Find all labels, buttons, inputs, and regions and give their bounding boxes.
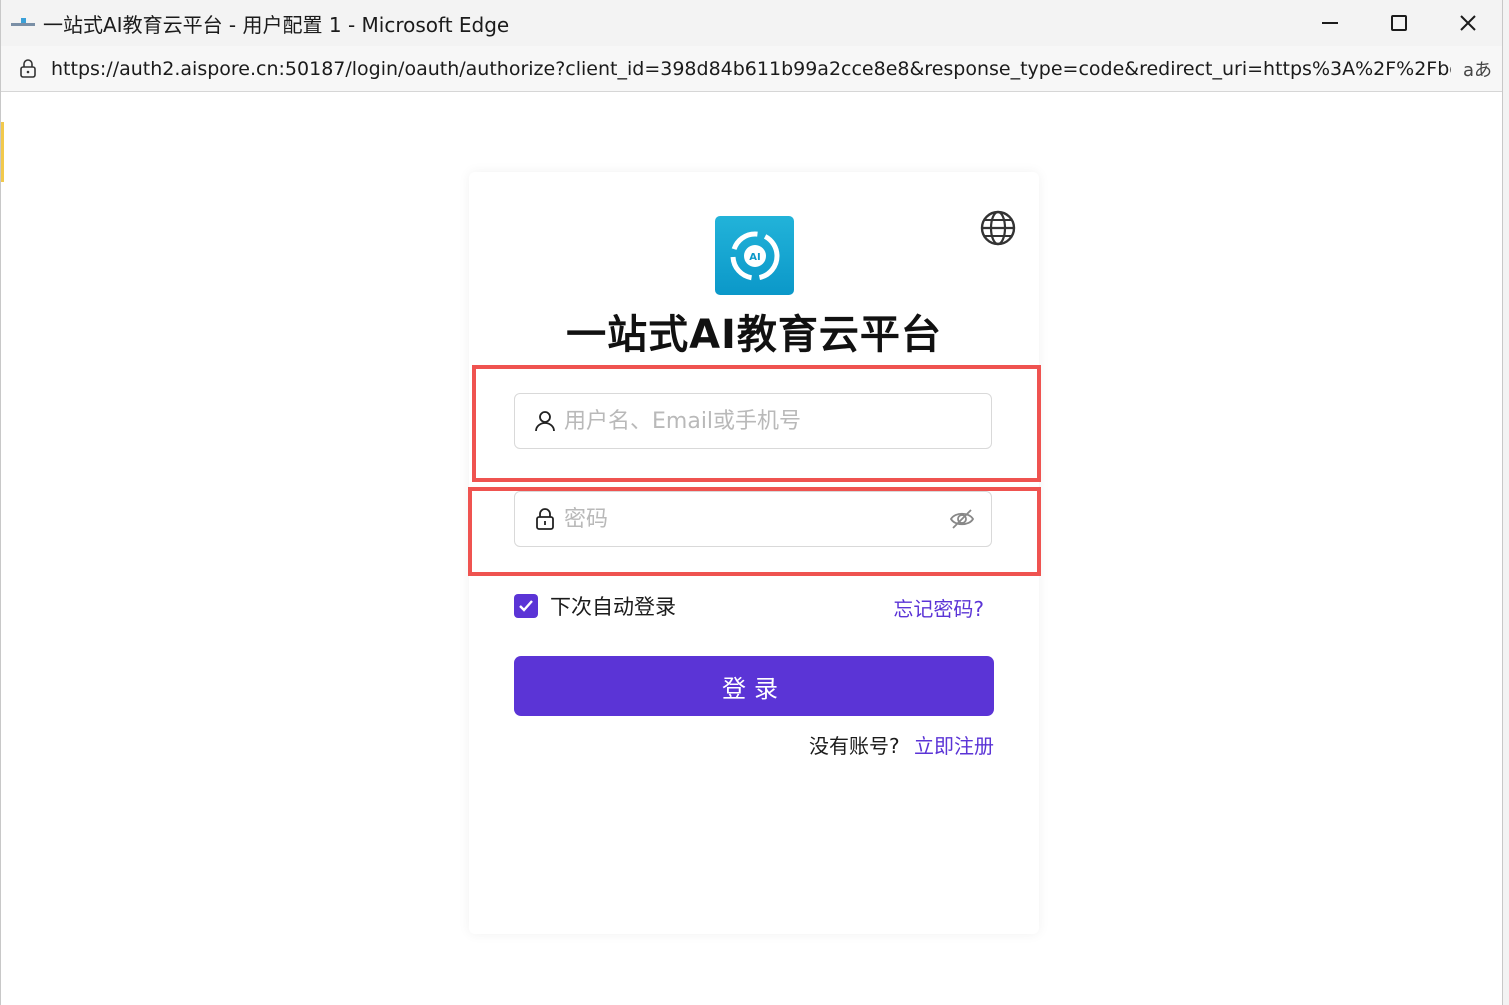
svg-text:AI: AI xyxy=(749,252,760,263)
remember-me-label: 下次自动登录 xyxy=(550,595,676,619)
username-field[interactable] xyxy=(514,393,992,449)
minimize-icon xyxy=(1321,22,1338,24)
logo-icon: AI xyxy=(730,231,779,280)
window-title: 一站式AI教育云平台 - 用户配置 1 - Microsoft Edge xyxy=(43,12,510,37)
register-link[interactable]: 立即注册 xyxy=(914,734,994,758)
check-icon xyxy=(519,600,533,612)
login-button[interactable]: 登录 xyxy=(514,656,994,716)
title-bar: 一站式AI教育云平台 - 用户配置 1 - Microsoft Edge xyxy=(1,0,1502,46)
window-controls xyxy=(1295,0,1502,46)
remember-me-toggle[interactable]: 下次自动登录 xyxy=(514,591,676,621)
globe-icon[interactable] xyxy=(979,209,1017,247)
minimize-button[interactable] xyxy=(1295,0,1364,46)
close-button[interactable] xyxy=(1433,0,1502,46)
address-bar: https://auth2.aispore.cn:50187/login/oau… xyxy=(1,46,1502,92)
username-input[interactable] xyxy=(562,407,991,435)
register-row: 没有账号? 立即注册 xyxy=(809,730,994,759)
no-account-text: 没有账号? xyxy=(809,734,900,758)
url-field[interactable]: https://auth2.aispore.cn:50187/login/oau… xyxy=(51,58,1451,80)
edge-accent xyxy=(1,122,4,182)
browser-window: 一站式AI教育云平台 - 用户配置 1 - Microsoft Edge htt… xyxy=(0,0,1503,1005)
user-icon xyxy=(534,410,556,432)
padlock-icon[interactable] xyxy=(17,58,39,80)
lock-icon xyxy=(534,508,556,530)
logo: AI xyxy=(715,216,794,295)
site-favicon-icon xyxy=(11,18,35,28)
read-aloud-icon[interactable]: aあ xyxy=(1463,56,1492,82)
password-field[interactable] xyxy=(514,491,992,547)
maximize-button[interactable] xyxy=(1364,0,1433,46)
maximize-icon xyxy=(1390,15,1407,31)
login-card: AI 一站式AI教育云平台 用户名、Email或手机号 下次自动登录 忘记密码?… xyxy=(468,172,1041,934)
password-input[interactable] xyxy=(562,505,949,533)
forgot-password-link[interactable]: 忘记密码? xyxy=(893,593,984,622)
brand-title: 一站式AI教育云平台 xyxy=(566,312,942,358)
eye-off-icon[interactable] xyxy=(949,506,975,532)
page-content: AI 一站式AI教育云平台 用户名、Email或手机号 下次自动登录 忘记密码?… xyxy=(1,92,1502,1005)
remember-me-checkbox[interactable] xyxy=(514,594,538,618)
close-icon xyxy=(1459,15,1476,31)
